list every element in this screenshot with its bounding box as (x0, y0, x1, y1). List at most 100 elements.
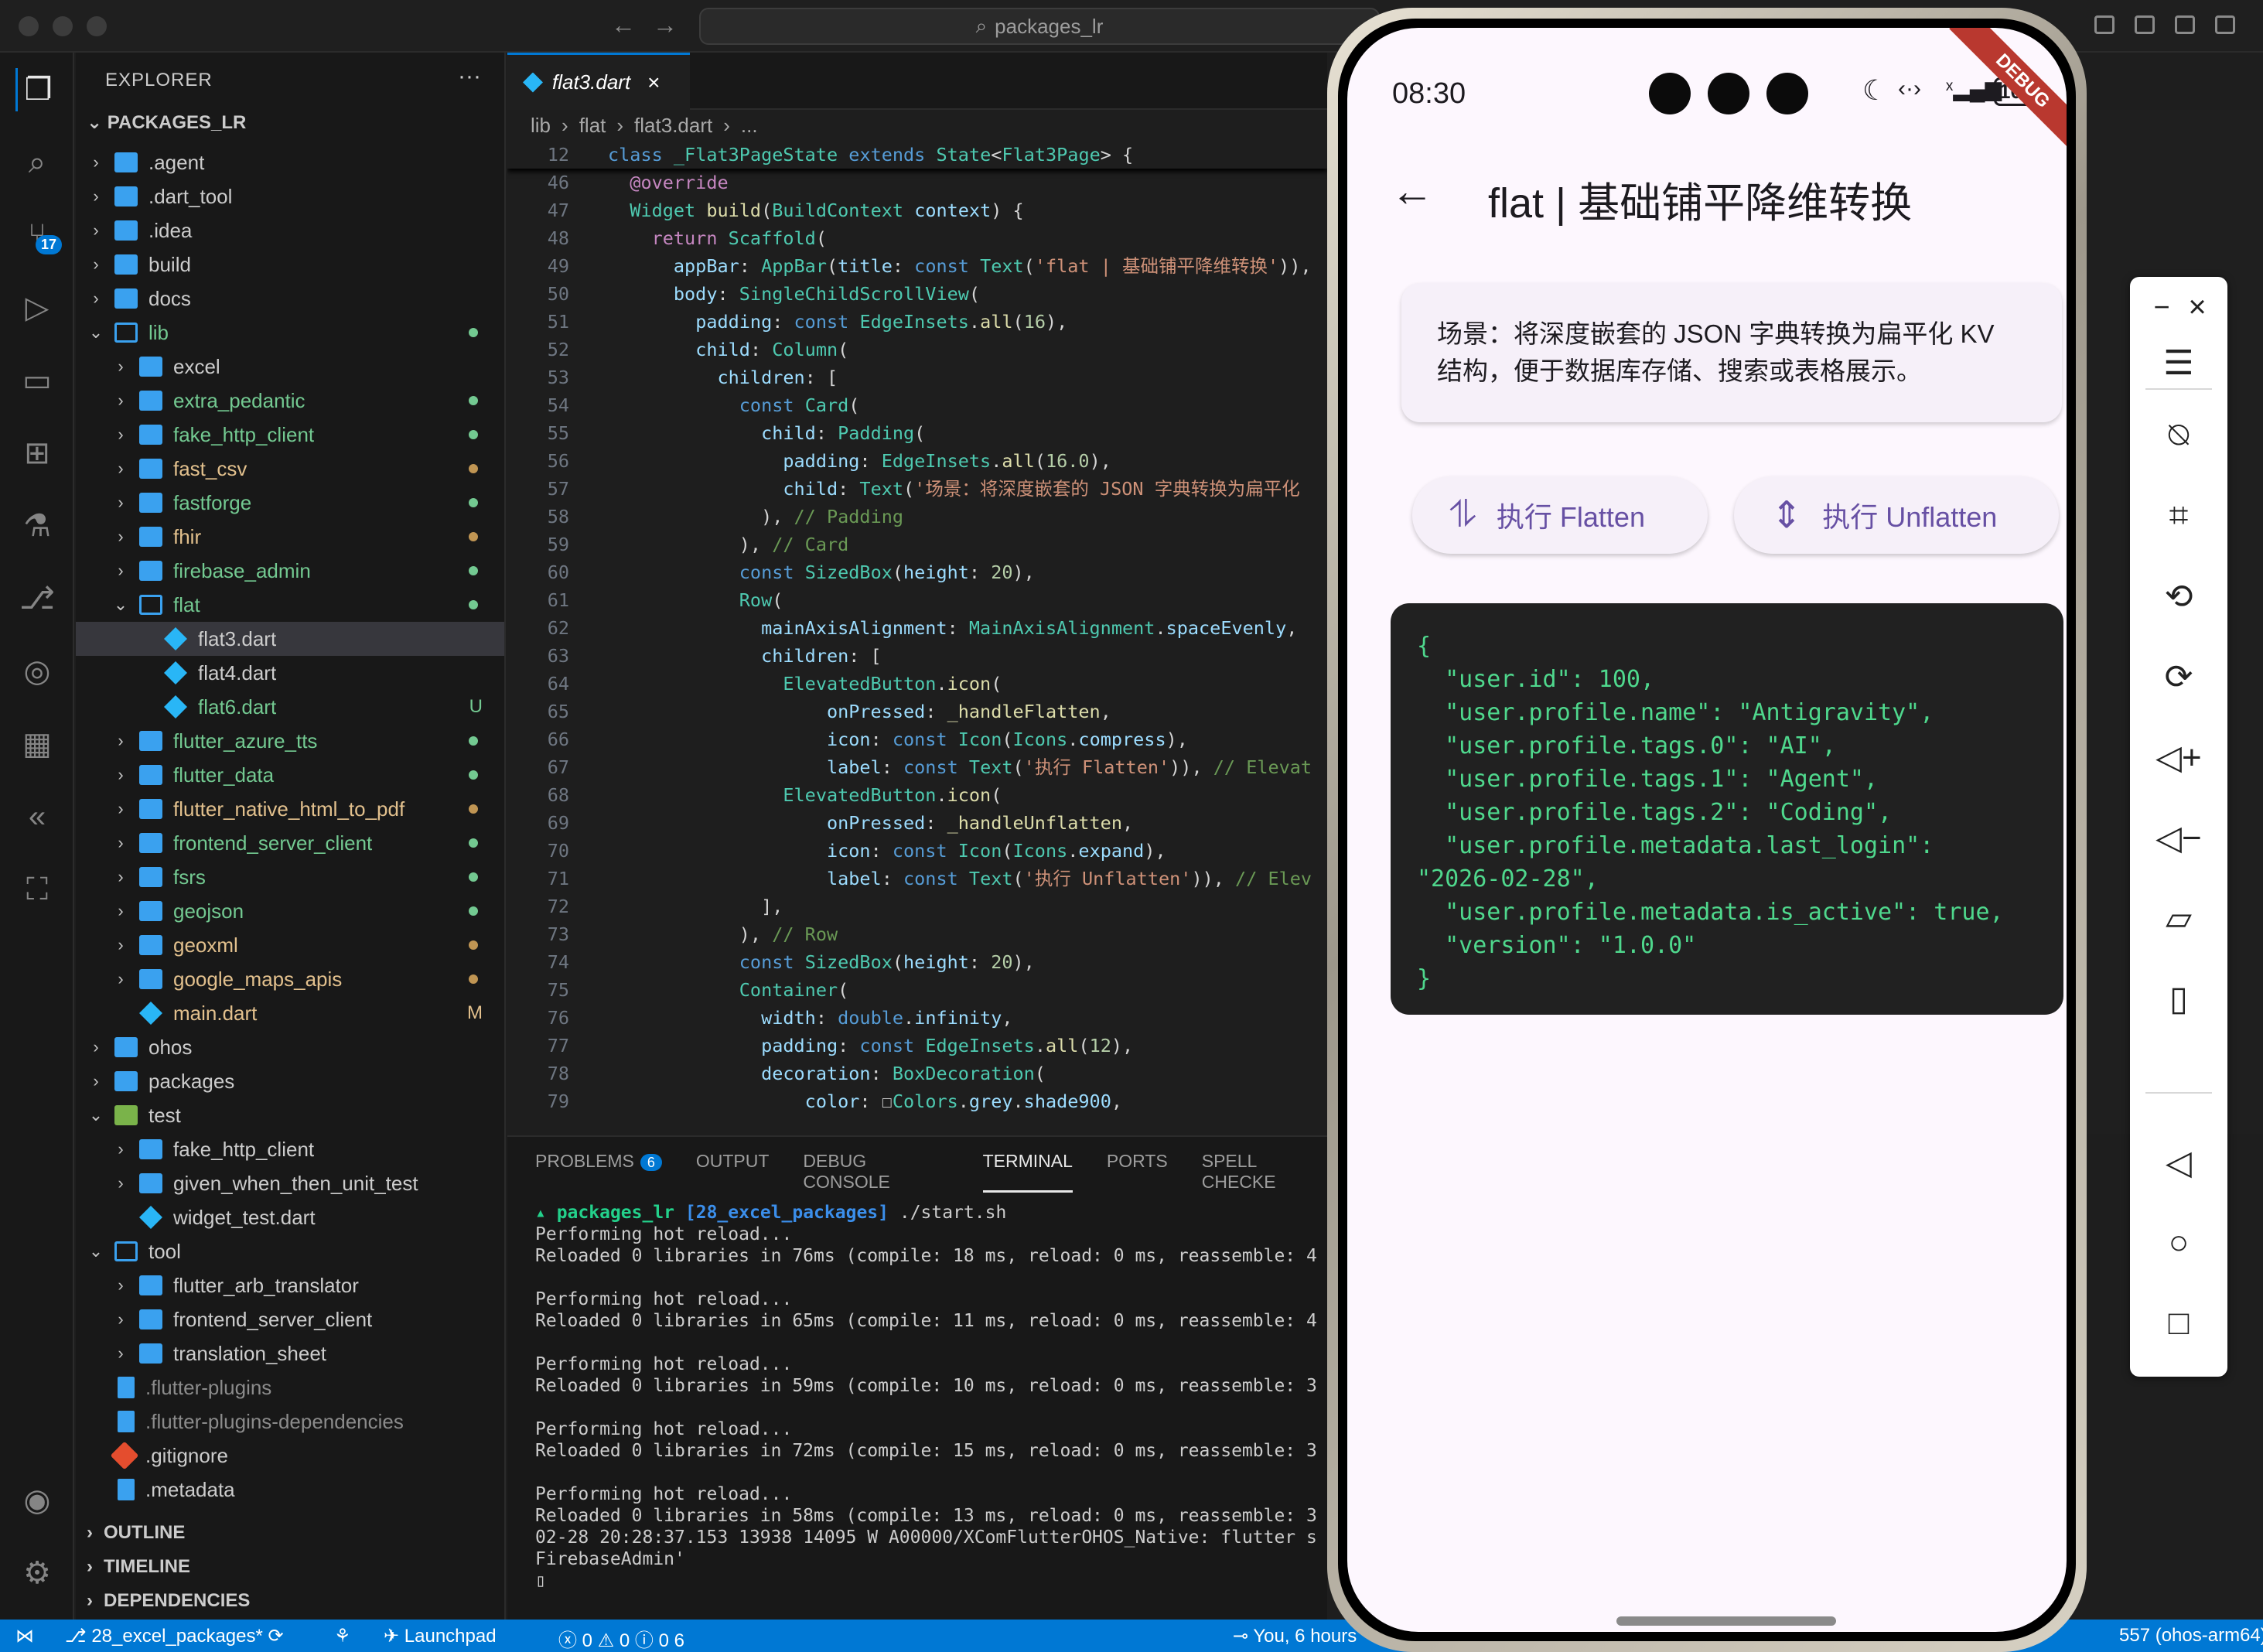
close-icon[interactable]: × (2170, 280, 2224, 334)
tree-item[interactable]: › given_when_then_unit_test (76, 1166, 504, 1200)
unflatten-button[interactable]: ⇕ 执行 Unflatten (1734, 476, 2059, 554)
tree-item[interactable]: › .agent (76, 145, 504, 179)
launchpad-status[interactable]: ✈ Launchpad (384, 1625, 497, 1647)
tree-item[interactable]: › frontend_server_client (76, 1302, 504, 1336)
toggle-primary-sidebar-icon[interactable] (2135, 15, 2155, 34)
back-triangle-icon[interactable]: ◁ (2152, 1135, 2206, 1190)
tab-problems[interactable]: PROBLEMS 6 (535, 1151, 662, 1193)
tab-debug-console[interactable]: DEBUG CONSOLE (803, 1151, 948, 1193)
tab-output[interactable]: OUTPUT (696, 1151, 770, 1193)
code-editor[interactable]: 12 class _Flat3PageState extends State<Fl… (507, 141, 1327, 1134)
breadcrumb-item[interactable]: ... (741, 114, 758, 138)
home-circle-icon[interactable]: ○ (2152, 1216, 2206, 1270)
tree-item[interactable]: › build (76, 247, 504, 282)
close-window-button[interactable] (19, 16, 39, 36)
tree-item[interactable]: › translation_sheet (76, 1336, 504, 1370)
rotate-reverse-icon[interactable]: ⟳ (2152, 650, 2206, 704)
tree-item[interactable]: › .idea (76, 213, 504, 247)
tab-spell-checker[interactable]: SPELL CHECKE (1202, 1151, 1327, 1193)
tree-item[interactable]: flat6.dart U (76, 690, 504, 724)
account-icon[interactable]: ◉ (15, 1479, 59, 1522)
tree-item[interactable]: .metadata (76, 1473, 504, 1507)
tree-item[interactable]: › flutter_arb_translator (76, 1268, 504, 1302)
rotate-icon[interactable]: ⟲ (2152, 569, 2206, 623)
toggle-secondary-sidebar-icon[interactable] (2215, 15, 2235, 34)
tree-item[interactable]: .gitignore (76, 1439, 504, 1473)
tree-item[interactable]: › flutter_native_html_to_pdf (76, 792, 504, 826)
tree-item[interactable]: .flutter-plugins-dependencies (76, 1405, 504, 1439)
toggle-panel-icon[interactable] (2175, 15, 2195, 34)
breadcrumb-item[interactable]: flat3.dart (634, 114, 712, 138)
remote-indicator-icon[interactable]: ⋈ (15, 1625, 34, 1647)
tree-item[interactable]: › fastforge (76, 486, 504, 520)
fold-icon[interactable]: ▱ (2152, 891, 2206, 945)
run-debug-icon[interactable]: ▷ (15, 286, 59, 329)
tab-terminal[interactable]: TERMINAL (982, 1151, 1073, 1193)
search-icon[interactable]: ⌕ (15, 141, 59, 184)
containers-icon[interactable]: ▦ (15, 722, 59, 766)
workspace-root[interactable]: ⌄ PACKAGES_LR (87, 111, 246, 134)
tree-item[interactable]: › google_maps_apis (76, 962, 504, 996)
gitlens-icon[interactable]: ◎ (15, 650, 59, 693)
extensions-icon[interactable]: ⊞ (15, 432, 59, 475)
git-graph-icon[interactable]: ⎇ (15, 577, 59, 620)
tree-item[interactable]: › packages (76, 1064, 504, 1098)
back-arrow-icon[interactable]: ← (1391, 166, 1434, 216)
tree-item[interactable]: flat4.dart (76, 656, 504, 690)
back-arrow-icon[interactable]: ← (611, 11, 636, 39)
terminal-output[interactable]: ▴ packages_lr [28_excel_packages] ./star… (535, 1202, 1317, 1592)
forward-arrow-icon[interactable]: → (653, 11, 678, 39)
tree-item[interactable]: › frontend_server_client (76, 826, 504, 860)
settings-gear-icon[interactable]: ⚙ (15, 1551, 59, 1595)
volume-up-icon[interactable]: ◁+ (2152, 730, 2206, 784)
tree-item[interactable]: › excel (76, 350, 504, 384)
git-blame-status[interactable]: ⊸ You, 6 hours (1233, 1625, 1357, 1647)
close-tab-icon[interactable]: × (647, 70, 660, 95)
menu-icon[interactable]: ☰ (2152, 336, 2206, 390)
tree-item[interactable]: › geoxml (76, 928, 504, 962)
zoom-window-button[interactable] (87, 16, 107, 36)
minimize-window-button[interactable] (53, 16, 73, 36)
tree-item[interactable]: › docs (76, 282, 504, 316)
outline-section[interactable]: › OUTLINE (87, 1522, 185, 1544)
tree-item[interactable]: › flutter_data (76, 758, 504, 792)
tree-item[interactable]: ⌄ flat (76, 588, 504, 622)
tree-item[interactable]: › fhir (76, 520, 504, 554)
tree-item[interactable]: › .dart_tool (76, 179, 504, 213)
tree-item[interactable]: › fake_http_client (76, 418, 504, 452)
breadcrumb-item[interactable]: lib (531, 114, 551, 138)
tree-item[interactable]: .flutter-plugins (76, 1370, 504, 1405)
tree-item[interactable]: › ohos (76, 1030, 504, 1064)
tree-item[interactable]: › geojson (76, 894, 504, 928)
timeline-section[interactable]: › TIMELINE (87, 1556, 190, 1578)
explorer-files-icon[interactable]: ❐ (15, 68, 59, 111)
overview-square-icon[interactable]: □ (2152, 1296, 2206, 1350)
crop-icon[interactable]: ⌗ (2152, 489, 2206, 543)
flutter-target-status[interactable]: 557 (ohos-arm64) (2119, 1625, 2263, 1647)
tree-item[interactable]: ⌄ lib (76, 316, 504, 350)
customize-layout-icon[interactable] (2094, 15, 2115, 34)
command-center-search[interactable]: ⌕ packages_lr (699, 8, 1380, 45)
sync-icon[interactable]: ⚘ (334, 1625, 351, 1647)
screen-capture-icon[interactable]: ⛶ (15, 868, 59, 911)
tree-item[interactable]: main.dart M (76, 996, 504, 1030)
volume-down-icon[interactable]: ◁− (2152, 811, 2206, 865)
problems-status[interactable]: ⓧ 0 ⚠ 0 ⓘ 0 6 (558, 1625, 684, 1652)
dependencies-section[interactable]: › DEPENDENCIES (87, 1590, 250, 1612)
tree-item[interactable]: widget_test.dart (76, 1200, 504, 1234)
home-indicator[interactable] (1616, 1616, 1836, 1626)
tree-item[interactable]: › fake_http_client (76, 1132, 504, 1166)
remote-explorer-icon[interactable]: ▭ (15, 359, 59, 402)
tab-ports[interactable]: PORTS (1107, 1151, 1168, 1193)
editor-tab[interactable]: flat3.dart × (507, 53, 690, 110)
tree-item[interactable]: flat3.dart (76, 622, 504, 656)
branch-status[interactable]: ⎇ 28_excel_packages* ⟳ (65, 1625, 284, 1647)
tree-item[interactable]: ⌄ test (76, 1098, 504, 1132)
testing-flask-icon[interactable]: ⚗ (15, 504, 59, 548)
tree-item[interactable]: › fsrs (76, 860, 504, 894)
tree-item[interactable]: › firebase_admin (76, 554, 504, 588)
device-switch-icon[interactable]: ▯ (2152, 971, 2206, 1026)
tree-item[interactable]: › fast_csv (76, 452, 504, 486)
flatten-button[interactable]: ⥮ 执行 Flatten (1412, 476, 1708, 554)
flutter-icon[interactable]: « (15, 795, 59, 838)
